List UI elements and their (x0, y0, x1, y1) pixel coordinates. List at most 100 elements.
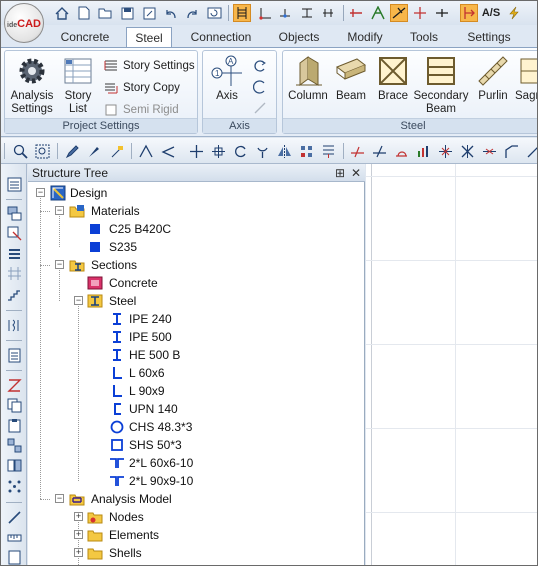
tab-concrete[interactable]: Concrete (53, 27, 117, 47)
dots-icon[interactable] (5, 477, 23, 495)
highlight-icon[interactable] (460, 4, 478, 22)
grid-view-icon[interactable] (5, 264, 23, 282)
undo-icon[interactable] (161, 4, 179, 22)
pen-icon[interactable] (85, 142, 103, 160)
expand-icon[interactable]: + (74, 548, 83, 557)
story-list-button[interactable]: Story List (59, 55, 97, 116)
group-label-project-settings: Project Settings (5, 118, 197, 133)
story-copy-button[interactable]: Story Copy (103, 79, 180, 97)
rotate-icon[interactable] (231, 142, 249, 160)
intersect-icon[interactable] (436, 142, 454, 160)
move-icon[interactable] (187, 142, 205, 160)
tab-modify[interactable]: Modify (337, 27, 393, 47)
save-icon[interactable] (118, 4, 136, 22)
member-icon[interactable] (390, 4, 408, 22)
measure-icon[interactable] (5, 528, 23, 546)
triangle-icon[interactable] (137, 142, 155, 160)
lightning-icon[interactable] (505, 4, 523, 22)
app-logo[interactable]: ideCAD (4, 3, 44, 43)
array-icon[interactable] (297, 142, 315, 160)
collapse-icon[interactable]: − (74, 296, 83, 305)
break-icon[interactable] (414, 142, 432, 160)
axis-diagonal-icon[interactable] (251, 99, 269, 117)
offset-icon[interactable] (319, 142, 337, 160)
tiles-icon[interactable] (5, 436, 23, 454)
zoom-window-icon[interactable] (33, 142, 51, 160)
home-icon[interactable] (53, 4, 71, 22)
beam-line-icon[interactable] (433, 4, 451, 22)
extend-icon[interactable] (348, 142, 366, 160)
secondary-beam-button[interactable]: Secondary Beam (413, 55, 469, 116)
trim-icon[interactable] (370, 142, 388, 160)
collapse-icon[interactable]: − (55, 260, 64, 269)
zoom-icon[interactable] (11, 142, 29, 160)
copy-docs-icon[interactable] (5, 396, 23, 414)
fillet-icon[interactable] (392, 142, 410, 160)
cross-icon[interactable] (458, 142, 476, 160)
collapse-icon[interactable]: − (36, 188, 45, 197)
list-view-icon[interactable] (5, 175, 23, 193)
open-folder-icon[interactable] (96, 4, 114, 22)
section-view-icon[interactable] (5, 224, 23, 242)
spring-icon[interactable] (5, 316, 23, 334)
collapse-icon[interactable]: − (55, 494, 64, 503)
tab-tools[interactable]: Tools (401, 27, 447, 47)
tab-settings[interactable]: Settings (459, 27, 519, 47)
purlin-button[interactable]: Purlin (473, 55, 513, 103)
axis-icon[interactable] (256, 4, 274, 22)
redo-icon[interactable] (183, 4, 201, 22)
stairs-icon[interactable] (5, 285, 23, 303)
layers-icon[interactable] (5, 204, 23, 222)
brace-button[interactable]: Brace (373, 55, 413, 103)
label-icon[interactable] (107, 142, 125, 160)
collapse-icon[interactable]: − (55, 206, 64, 215)
expand-icon[interactable]: + (74, 512, 83, 521)
pencil-icon[interactable] (63, 142, 81, 160)
stretch-icon[interactable] (524, 142, 537, 160)
arrow-icon[interactable] (159, 142, 177, 160)
refresh-icon[interactable] (205, 4, 223, 22)
clipboard-icon[interactable] (5, 416, 23, 434)
new-file-icon[interactable] (75, 4, 93, 22)
stack-icon[interactable] (5, 244, 23, 262)
copy-move-icon[interactable] (209, 142, 227, 160)
rotate-down-icon[interactable] (253, 142, 271, 160)
snap-grid-icon[interactable] (233, 4, 251, 22)
chamfer-icon[interactable] (502, 142, 520, 160)
beam-button[interactable]: Beam (333, 55, 369, 103)
dimension-icon[interactable] (298, 4, 316, 22)
sag-button[interactable]: Sagr (515, 55, 537, 103)
axis-arc-icon[interactable] (251, 78, 269, 96)
column-top-icon[interactable] (411, 4, 429, 22)
beam-end-icon[interactable] (347, 4, 365, 22)
axis-grid-icon: A1 (211, 55, 243, 87)
axis-rotate-icon[interactable] (251, 57, 269, 75)
document-icon[interactable] (5, 346, 23, 364)
expand-icon[interactable]: + (74, 530, 83, 539)
close-icon[interactable]: ✕ (349, 165, 363, 181)
story-settings-button[interactable]: Story Settings (103, 57, 195, 75)
as-label-icon[interactable]: A/S (482, 4, 500, 22)
axis-button[interactable]: A1 Axis (207, 55, 247, 103)
drawing-canvas[interactable] (366, 164, 537, 565)
angle-section-icon (109, 365, 125, 381)
save-as-icon[interactable] (140, 4, 158, 22)
dimension-h-icon[interactable] (319, 4, 337, 22)
analysis-settings-button[interactable]: Analysis Settings (7, 55, 57, 116)
slash-pen-icon[interactable] (5, 508, 23, 526)
tab-steel[interactable]: Steel (126, 27, 172, 48)
structure-icon[interactable] (369, 4, 387, 22)
panels-icon[interactable] (5, 456, 23, 474)
section-z-icon[interactable] (5, 376, 23, 394)
semi-rigid-checkbox[interactable]: Semi Rigid (103, 101, 179, 119)
tab-connection[interactable]: Connection (184, 27, 258, 47)
join-icon[interactable] (480, 142, 498, 160)
snap-point-icon[interactable] (276, 4, 294, 22)
column-button[interactable]: Column (285, 55, 331, 103)
mirror-icon[interactable] (275, 142, 293, 160)
pin-icon[interactable]: ⊞ (333, 165, 347, 181)
axis-button-label: Axis (216, 90, 238, 102)
tab-objects[interactable]: Objects (269, 27, 329, 47)
structure-tree: − Design − Materials C25 B420C S235 − Se… (28, 183, 365, 565)
report-icon[interactable] (5, 548, 23, 565)
